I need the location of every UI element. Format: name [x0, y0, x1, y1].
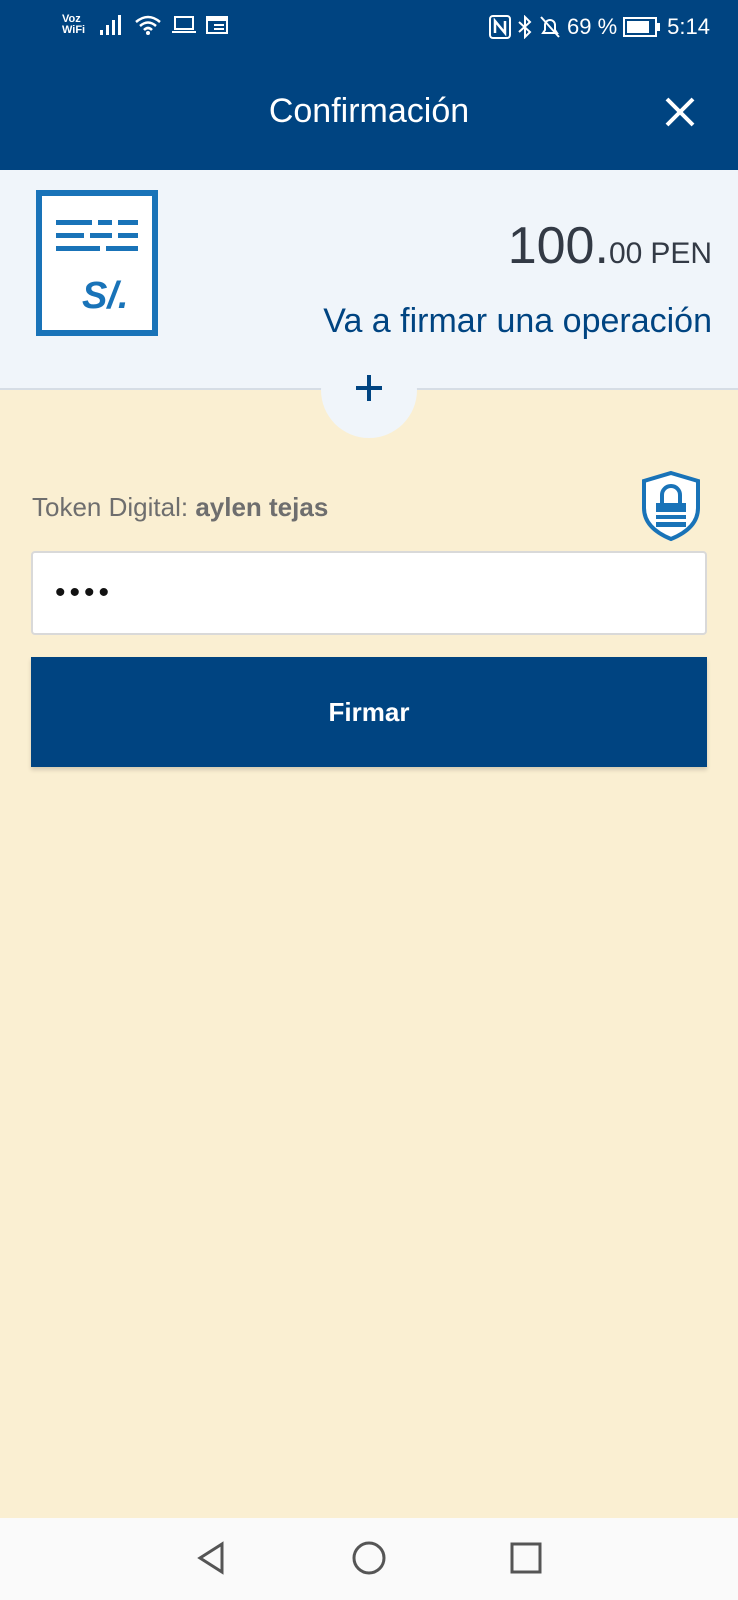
top-app-bar: Confirmación [0, 56, 738, 170]
currency: PEN [650, 237, 712, 270]
battery-icon [623, 17, 661, 37]
token-label-text: Token Digital: [32, 492, 196, 522]
nfc-icon [489, 15, 512, 39]
system-navigation-bar [0, 1518, 738, 1600]
plus-icon [356, 375, 382, 401]
network-label: Voz WiFi [62, 13, 86, 36]
signal-icon [100, 15, 121, 35]
status-bar: Voz WiFi 69 % 5:14 [0, 0, 738, 56]
laptop-icon [172, 16, 196, 33]
clock: 5:14 [667, 14, 710, 39]
calendar-icon [206, 16, 228, 34]
token-user: aylen tejas [195, 492, 329, 522]
close-button[interactable] [664, 96, 696, 128]
amount: 100.00 PEN [508, 216, 712, 276]
amount-integer: 100. [507, 217, 609, 275]
status-left: Voz WiFi [62, 14, 228, 36]
close-icon [665, 97, 695, 127]
lock-shield-icon [642, 470, 700, 542]
operation-subtitle: Va a firmar una operación [323, 302, 712, 340]
page-title: Confirmación [268, 92, 470, 130]
status-right: 69 % 5:14 [489, 14, 710, 40]
recents-icon[interactable] [506, 1538, 546, 1578]
back-icon[interactable] [192, 1538, 232, 1578]
token-label: Token Digital: aylen tejas [32, 492, 328, 523]
amount-decimal: 00 [608, 237, 643, 270]
bluetooth-icon [518, 15, 532, 39]
battery-percent: 69 % [567, 14, 618, 39]
soles-document-icon: S/. [36, 190, 158, 336]
token-pin-input[interactable] [31, 551, 707, 635]
svg-text:S/.: S/. [82, 275, 128, 317]
expand-details-button[interactable] [321, 342, 417, 438]
sign-button[interactable]: Firmar [31, 657, 707, 767]
wifi-icon [135, 15, 161, 35]
mute-bell-icon [540, 16, 560, 38]
home-icon[interactable] [349, 1538, 389, 1578]
